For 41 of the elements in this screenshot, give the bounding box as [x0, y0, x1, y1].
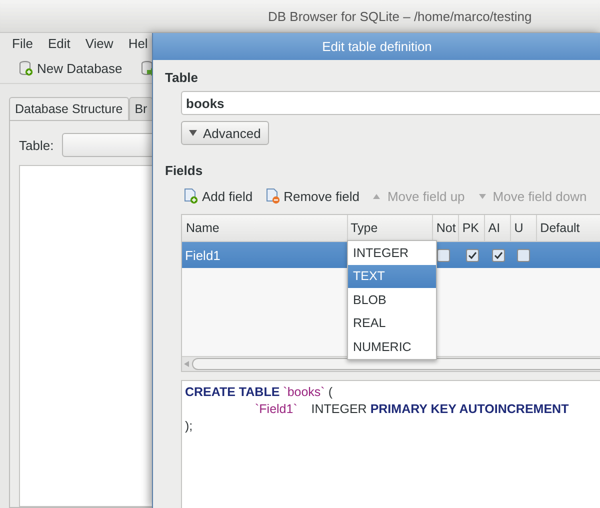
table-label: Table: — [19, 138, 54, 152]
scroll-left-icon[interactable] — [184, 361, 189, 367]
dropdown-option[interactable]: BLOB — [348, 288, 436, 312]
dropdown-option[interactable]: REAL — [348, 312, 436, 335]
dialog-title: Edit table definition — [322, 39, 432, 54]
checkbox[interactable] — [517, 248, 530, 262]
document-icon — [183, 188, 199, 204]
document-icon — [264, 188, 281, 204]
column-header[interactable]: U — [511, 215, 538, 241]
window-title: DB Browser for SQLite – /home/marco/testing — [268, 8, 532, 24]
triangle-icon — [478, 194, 486, 198]
database-icon — [18, 60, 34, 76]
menu-item[interactable]: Edit — [42, 36, 76, 50]
section-label: Fields — [165, 163, 204, 178]
section-label: Table — [165, 70, 199, 85]
checkbox[interactable] — [466, 248, 479, 262]
menu-item[interactable]: Hel — [122, 36, 154, 50]
horizontal-scrollbar[interactable] — [182, 356, 600, 371]
code-line: `Field1` INTEGER PRIMARY KEY AUTOINCREMENT — [254, 402, 570, 416]
checkbox[interactable] — [437, 248, 450, 262]
toolbar-button[interactable]: Add field — [183, 188, 253, 204]
toolbar-button[interactable]: New Database — [16, 58, 124, 78]
triangle-icon — [189, 130, 197, 136]
table-cell: Field1 — [185, 248, 220, 262]
menu-item[interactable]: File — [6, 36, 39, 50]
toolbar-button[interactable]: Remove field — [264, 188, 360, 204]
sql-editor[interactable]: CREATE TABLE `books` ( `Field1` INTEGER PRIMARY KEY AUTOINCREMENT ); — [181, 380, 600, 508]
triangle-icon — [373, 194, 380, 198]
checkbox[interactable] — [492, 248, 505, 262]
advanced-button[interactable]: Advanced — [181, 121, 269, 145]
code-line: ); — [185, 419, 194, 433]
dropdown-option[interactable]: INTEGER — [348, 241, 436, 264]
tab[interactable]: Br — [128, 97, 154, 120]
column-header[interactable]: PK — [459, 215, 486, 241]
dropdown-option[interactable]: NUMERIC — [348, 335, 436, 358]
tab[interactable]: Database Structure — [9, 97, 129, 120]
column-header[interactable]: Default — [537, 215, 600, 241]
table-name-field[interactable]: books — [181, 91, 600, 115]
menu-item[interactable]: View — [79, 36, 120, 50]
column-header[interactable]: AI — [485, 215, 512, 241]
code-line: CREATE TABLE `books` ( — [185, 385, 334, 399]
